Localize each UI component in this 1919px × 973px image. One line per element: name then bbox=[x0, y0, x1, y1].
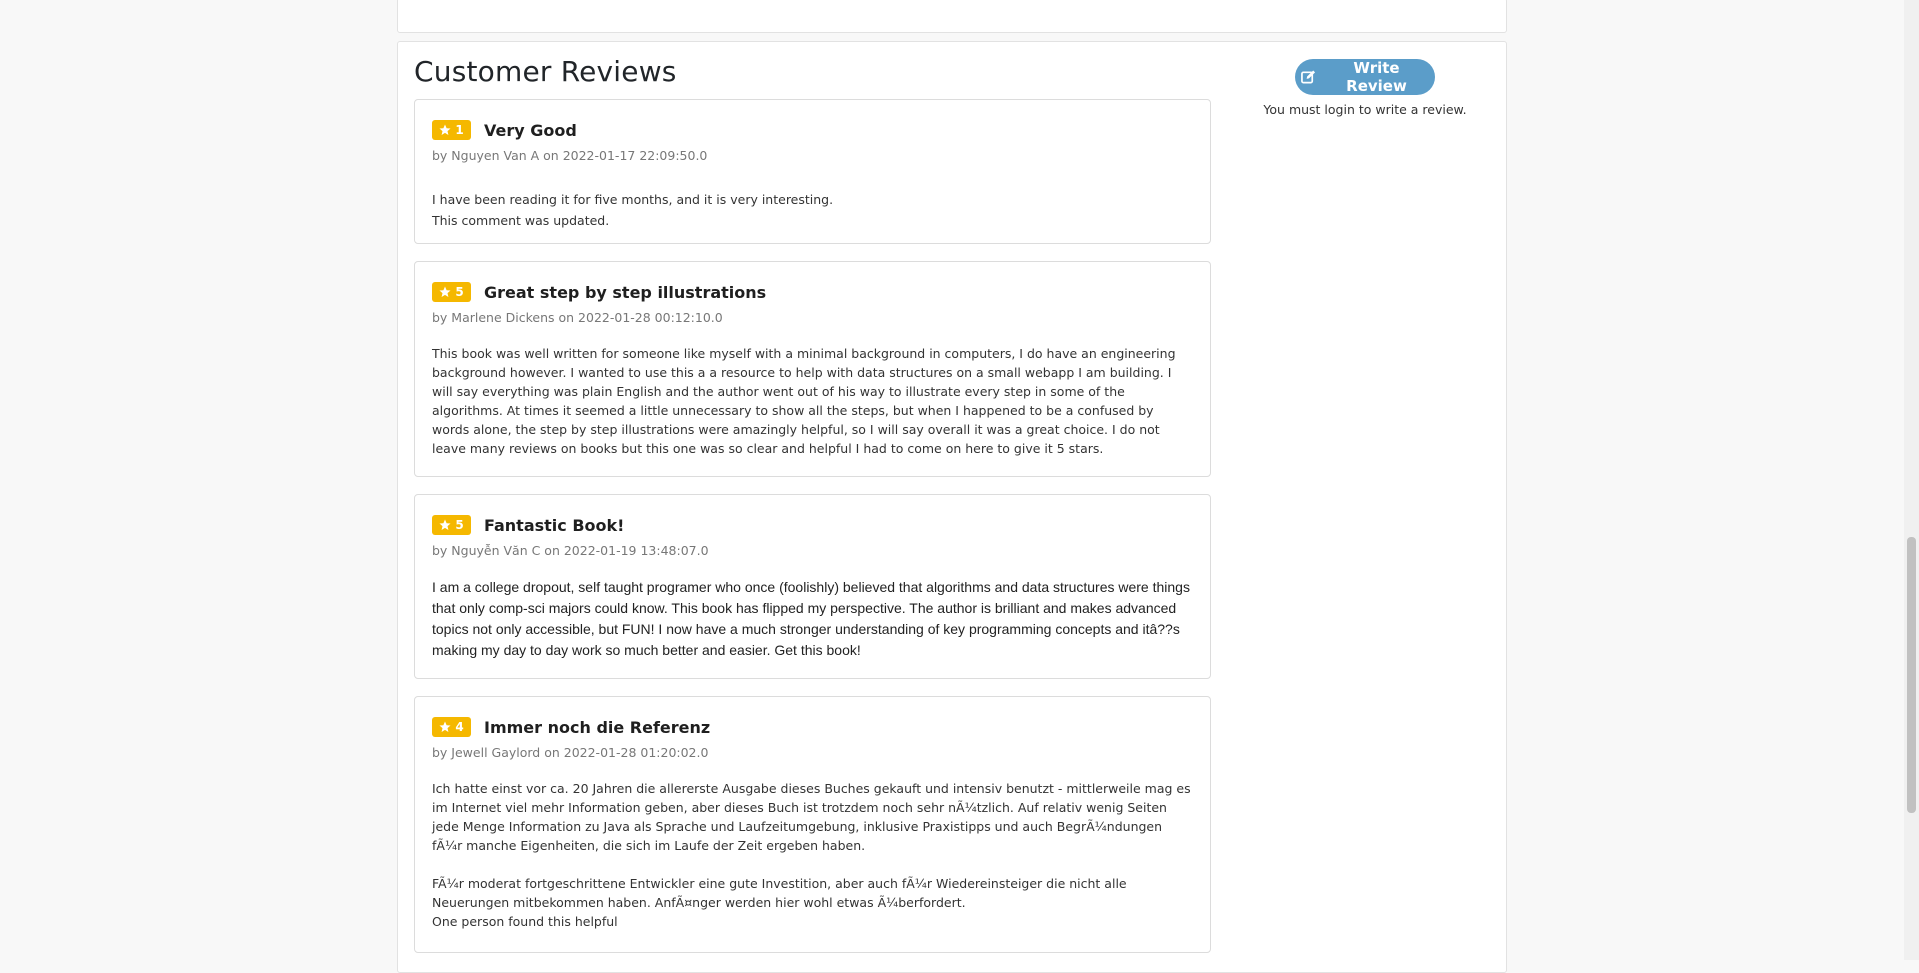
review-card: 5 Fantastic Book! by Nguyễn Văn C on 202… bbox=[414, 494, 1211, 679]
rating-value: 5 bbox=[455, 518, 464, 532]
review-card: 5 Great step by step illustrations by Ma… bbox=[414, 261, 1211, 477]
star-icon bbox=[439, 124, 451, 135]
review-body: Ich hatte einst vor ca. 20 Jahren die al… bbox=[432, 779, 1192, 931]
rating-badge: 4 bbox=[432, 717, 471, 737]
page-scrollbar[interactable] bbox=[1904, 0, 1919, 960]
rating-badge: 1 bbox=[432, 120, 471, 140]
previous-section-card bbox=[397, 0, 1507, 33]
review-body: This book was well written for someone l… bbox=[432, 344, 1192, 458]
star-icon bbox=[439, 721, 451, 732]
review-body: I am a college dropout, self taught prog… bbox=[432, 577, 1192, 661]
review-title: Great step by step illustrations bbox=[484, 282, 767, 302]
review-card: 4 Immer noch die Referenz by Jewell Gayl… bbox=[414, 696, 1211, 953]
scrollbar-thumb[interactable] bbox=[1907, 537, 1916, 813]
rating-value: 5 bbox=[455, 285, 464, 299]
review-meta: by Marlene Dickens on 2022-01-28 00:12:1… bbox=[432, 310, 723, 325]
review-meta: by Jewell Gaylord on 2022-01-28 01:20:02… bbox=[432, 745, 709, 760]
rating-badge: 5 bbox=[432, 282, 471, 302]
rating-value: 1 bbox=[455, 123, 464, 137]
review-paragraph: FÃ¼r moderat fortgeschrittene Entwickler… bbox=[432, 876, 1127, 910]
rating-badge: 5 bbox=[432, 515, 471, 535]
review-paragraph: I have been reading it for five months, … bbox=[432, 192, 834, 207]
review-body: I have been reading it for five months, … bbox=[432, 189, 1192, 231]
customer-reviews-panel: Customer Reviews Write Review You must l… bbox=[397, 41, 1507, 973]
star-icon bbox=[439, 519, 451, 530]
review-paragraph: This comment was updated. bbox=[432, 213, 610, 228]
write-review-label: Write Review bbox=[1346, 59, 1407, 95]
helpful-count: One person found this helpful bbox=[432, 914, 618, 929]
login-note: You must login to write a review. bbox=[1263, 102, 1467, 117]
review-paragraph: Ich hatte einst vor ca. 20 Jahren die al… bbox=[432, 781, 1191, 853]
review-card: 1 Very Good by Nguyen Van A on 2022-01-1… bbox=[414, 99, 1211, 244]
edit-icon bbox=[1301, 70, 1316, 84]
review-meta: by Nguyen Van A on 2022-01-17 22:09:50.0 bbox=[432, 148, 708, 163]
review-meta: by Nguyễn Văn C on 2022-01-19 13:48:07.0 bbox=[432, 543, 709, 558]
star-icon bbox=[439, 286, 451, 297]
write-review-button[interactable]: Write Review bbox=[1295, 59, 1435, 95]
review-paragraph: This book was well written for someone l… bbox=[432, 346, 1176, 456]
review-title: Immer noch die Referenz bbox=[484, 717, 711, 737]
review-title: Fantastic Book! bbox=[484, 515, 625, 535]
section-title: Customer Reviews bbox=[414, 55, 677, 88]
review-paragraph: I am a college dropout, self taught prog… bbox=[432, 579, 1190, 658]
rating-value: 4 bbox=[455, 720, 464, 734]
review-title: Very Good bbox=[484, 120, 577, 140]
